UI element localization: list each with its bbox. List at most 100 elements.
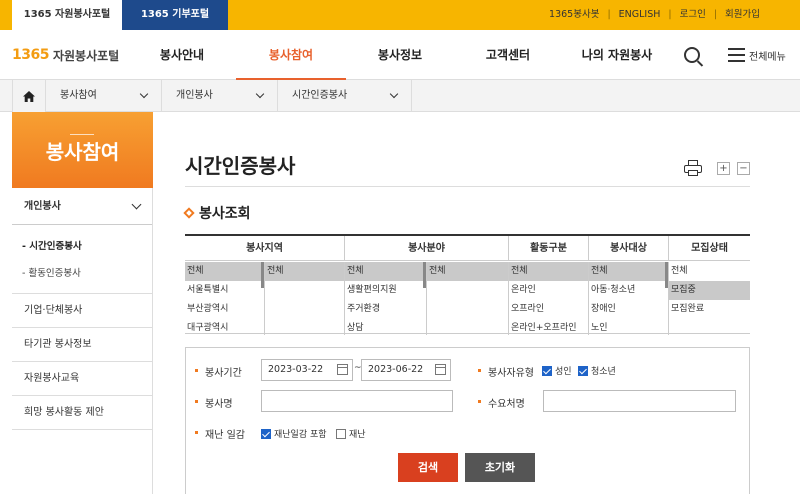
sidebar-item-education[interactable]: 자원봉사교육 bbox=[12, 362, 152, 396]
status-list[interactable]: 전체 모집중 모집완료 bbox=[669, 262, 750, 335]
list-item[interactable]: 전체 bbox=[265, 262, 344, 281]
list-item[interactable]: 전체 bbox=[185, 262, 264, 281]
search-icon[interactable] bbox=[684, 47, 700, 63]
chevron-down-icon bbox=[131, 199, 142, 210]
start-date-input[interactable]: 2023-03-22 bbox=[261, 359, 353, 381]
checkbox-checked[interactable] bbox=[578, 365, 588, 376]
page-title: 시간인증봉사 bbox=[185, 154, 296, 178]
list-item[interactable]: 주거환경 bbox=[345, 300, 426, 319]
nav-my-volunteer[interactable]: 나의 자원봉사 bbox=[572, 30, 662, 80]
list-item[interactable]: 전체 bbox=[509, 262, 588, 281]
volunteer-name-input[interactable] bbox=[261, 390, 453, 412]
filter-header-region: 봉사지역 bbox=[185, 236, 345, 261]
region-list[interactable]: 전체 서울특별시 부산광역시 대구광역시 bbox=[185, 262, 265, 335]
disaster-include-checkbox[interactable]: 재난일감 포함 bbox=[261, 427, 327, 440]
sidebar-item-proposal[interactable]: 희망 봉사활동 제안 bbox=[12, 396, 152, 430]
checkbox-label: 재난 bbox=[349, 430, 366, 440]
home-icon bbox=[23, 90, 35, 102]
demand-org-input[interactable] bbox=[543, 390, 736, 412]
chevron-down-icon bbox=[389, 89, 399, 99]
list-item[interactable]: 대구광역시 bbox=[185, 319, 264, 335]
nav-guide[interactable]: 봉사안내 bbox=[140, 30, 224, 80]
breadcrumb-label: 개인봉사 bbox=[176, 90, 213, 101]
list-item[interactable]: 전체 bbox=[427, 262, 508, 281]
reset-button[interactable]: 초기화 bbox=[465, 453, 535, 482]
list-item[interactable]: 부산광역시 bbox=[185, 300, 264, 319]
zoom-out-button[interactable]: − bbox=[737, 162, 750, 175]
checkbox-label: 재난일감 포함 bbox=[274, 430, 327, 440]
field-list[interactable]: 전체 생활편의지원 주거환경 상담 bbox=[345, 262, 427, 335]
scrollbar[interactable] bbox=[665, 262, 668, 288]
sidebar: 개인봉사 - 시간인증봉사 - 활동인증봉사 기업·단체봉사 타기관 봉사정보 … bbox=[12, 188, 153, 494]
adult-checkbox[interactable]: 성인 bbox=[542, 364, 572, 377]
volunteer-name-label: 봉사명 bbox=[195, 395, 233, 410]
scrollbar[interactable] bbox=[423, 262, 426, 288]
print-icon[interactable] bbox=[684, 160, 702, 176]
list-item[interactable]: 아동·청소년 bbox=[589, 281, 668, 300]
nav-participate[interactable]: 봉사참여 bbox=[236, 30, 346, 80]
portal-tab[interactable]: 1365 자원봉사포털 bbox=[12, 0, 122, 30]
filter-header-status: 모집상태 bbox=[669, 236, 750, 261]
filter-header-activity: 활동구분 bbox=[509, 236, 589, 261]
list-item[interactable]: 생활편의지원 bbox=[345, 281, 426, 300]
list-item[interactable]: 모집중 bbox=[669, 281, 750, 300]
site-logo[interactable]: 1365 자원봉사포털 bbox=[12, 44, 119, 66]
signup-link[interactable]: 회원가입 bbox=[725, 0, 760, 30]
list-item[interactable]: 상담 bbox=[345, 319, 426, 335]
sidebar-item-other-agency[interactable]: 타기관 봉사정보 bbox=[12, 328, 152, 362]
donation-portal-tab[interactable]: 1365 기부포털 bbox=[122, 0, 228, 30]
subregion-list[interactable]: 전체 bbox=[265, 262, 345, 335]
volunteer-type-label: 봉사자유형 bbox=[478, 364, 534, 379]
youth-checkbox[interactable]: 청소년 bbox=[578, 364, 616, 377]
activity-list[interactable]: 전체 온라인 오프라인 온라인+오프라인 bbox=[509, 262, 589, 335]
list-item[interactable]: 전체 bbox=[669, 262, 750, 281]
nav-info[interactable]: 봉사정보 bbox=[358, 30, 442, 80]
breadcrumb-depth3[interactable]: 시간인증봉사 bbox=[278, 80, 412, 112]
diamond-icon bbox=[183, 207, 195, 219]
list-item[interactable]: 장애인 bbox=[589, 300, 668, 319]
chevron-down-icon bbox=[139, 89, 149, 99]
sidebar-sub-time-cert[interactable]: - 시간인증봉사 bbox=[12, 233, 152, 260]
list-item[interactable]: 모집완료 bbox=[669, 300, 750, 319]
filter-header-field: 봉사분야 bbox=[345, 236, 509, 261]
sidebar-submenu: - 시간인증봉사 - 활동인증봉사 bbox=[12, 225, 152, 294]
top-utility-bar: 1365 자원봉사포털 1365 기부포털 1365봉사봇 | ENGLISH … bbox=[0, 0, 800, 30]
checkbox-label: 청소년 bbox=[591, 367, 616, 377]
list-item[interactable]: 온라인 bbox=[509, 281, 588, 300]
english-link[interactable]: ENGLISH bbox=[619, 0, 661, 30]
checkbox-label: 성인 bbox=[555, 367, 572, 377]
nav-customer-center[interactable]: 고객센터 bbox=[466, 30, 550, 80]
calendar-icon[interactable] bbox=[435, 364, 446, 375]
subfield-list[interactable]: 전체 bbox=[427, 262, 509, 335]
breadcrumb-depth2[interactable]: 개인봉사 bbox=[162, 80, 278, 112]
scrollbar[interactable] bbox=[261, 262, 264, 288]
list-item[interactable]: 오프라인 bbox=[509, 300, 588, 319]
calendar-icon[interactable] bbox=[337, 364, 348, 375]
home-button[interactable] bbox=[12, 80, 46, 112]
end-date-input[interactable]: 2023-06-22 bbox=[361, 359, 451, 381]
list-item[interactable]: 온라인+오프라인 bbox=[509, 319, 588, 335]
list-item[interactable]: 서울특별시 bbox=[185, 281, 264, 300]
breadcrumb-depth1[interactable]: 봉사참여 bbox=[46, 80, 162, 112]
disaster-only-checkbox[interactable]: 재난 bbox=[336, 427, 366, 440]
search-button[interactable]: 검색 bbox=[398, 453, 458, 482]
sidebar-item-corporate[interactable]: 기업·단체봉사 bbox=[12, 294, 152, 328]
section-title-text: 봉사조회 bbox=[199, 206, 251, 222]
checkbox-unchecked[interactable] bbox=[336, 428, 346, 439]
checkbox-checked[interactable] bbox=[542, 365, 552, 376]
target-list[interactable]: 전체 아동·청소년 장애인 노인 bbox=[589, 262, 669, 335]
sidebar-sub-activity-cert[interactable]: - 활동인증봉사 bbox=[12, 260, 152, 287]
checkbox-checked[interactable] bbox=[261, 428, 271, 439]
sidebar-section-personal[interactable]: 개인봉사 bbox=[12, 188, 152, 225]
chatbot-link[interactable]: 1365봉사봇 bbox=[549, 0, 599, 30]
divider bbox=[185, 186, 750, 187]
end-date-value: 2023-06-22 bbox=[368, 364, 424, 375]
list-item[interactable]: 전체 bbox=[345, 262, 426, 281]
list-item[interactable]: 노인 bbox=[589, 319, 668, 335]
zoom-in-button[interactable]: + bbox=[717, 162, 730, 175]
hamburger-icon[interactable] bbox=[728, 48, 745, 62]
list-item[interactable]: 전체 bbox=[589, 262, 668, 281]
separator: | bbox=[607, 9, 611, 20]
login-link[interactable]: 로그인 bbox=[680, 0, 706, 30]
all-menu-label[interactable]: 전체메뉴 bbox=[749, 48, 786, 63]
